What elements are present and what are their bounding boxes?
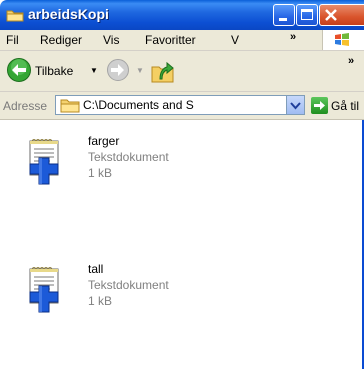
- forward-dropdown-icon[interactable]: ▼: [136, 66, 144, 75]
- menu-bar: Fil Rediger Vis Favoritter V »: [0, 30, 364, 51]
- back-arrow-icon[interactable]: [6, 57, 32, 83]
- back-dropdown-icon[interactable]: ▼: [90, 66, 98, 75]
- folder-icon: [6, 8, 24, 22]
- address-bar: Adresse C:\Documents and S Gå til: [0, 92, 364, 120]
- toolbar-overflow-chevron[interactable]: »: [348, 55, 354, 67]
- folder-up-icon[interactable]: [150, 57, 176, 85]
- menu-overflow-chevron[interactable]: »: [290, 31, 296, 43]
- folder-icon: [60, 98, 80, 113]
- go-arrow-icon[interactable]: [311, 97, 328, 114]
- toolbar: Tilbake ▼ ▼ »: [0, 51, 364, 92]
- menu-verktoy[interactable]: V: [231, 33, 239, 47]
- close-button[interactable]: [319, 4, 364, 26]
- address-label: Adresse: [3, 99, 48, 113]
- menu-fil[interactable]: Fil: [6, 33, 19, 47]
- title-bar[interactable]: arbeidsKopi: [0, 0, 364, 30]
- menu-rediger[interactable]: Rediger: [40, 33, 82, 47]
- text-document-icon: [20, 138, 68, 186]
- file-name: tall: [88, 262, 104, 276]
- file-list: farger Tekstdokument 1 kB tall Tekstdoku…: [0, 120, 364, 369]
- address-input[interactable]: C:\Documents and S: [55, 95, 305, 115]
- address-dropdown-button[interactable]: [286, 96, 304, 114]
- address-value: C:\Documents and S: [83, 98, 194, 112]
- forward-arrow-icon[interactable]: [106, 58, 130, 82]
- file-size: 1 kB: [88, 166, 113, 180]
- file-size: 1 kB: [88, 294, 113, 308]
- file-item-farger[interactable]: farger Tekstdokument 1 kB: [0, 130, 340, 196]
- text-document-icon: [20, 266, 68, 314]
- window-title: arbeidsKopi: [28, 6, 109, 22]
- windows-logo-icon: [322, 30, 364, 50]
- explorer-window: arbeidsKopi Fil Rediger Vis Favoritter V…: [0, 0, 364, 369]
- go-button-label[interactable]: Gå til: [331, 99, 359, 113]
- back-button-label[interactable]: Tilbake: [35, 64, 73, 78]
- maximize-button[interactable]: [296, 4, 318, 26]
- file-type: Tekstdokument: [88, 278, 169, 292]
- file-type: Tekstdokument: [88, 150, 169, 164]
- file-name: farger: [88, 134, 120, 148]
- menu-vis[interactable]: Vis: [103, 33, 119, 47]
- menu-favoritter[interactable]: Favoritter: [145, 33, 196, 47]
- file-item-tall[interactable]: tall Tekstdokument 1 kB: [0, 258, 340, 324]
- minimize-button[interactable]: [273, 4, 295, 26]
